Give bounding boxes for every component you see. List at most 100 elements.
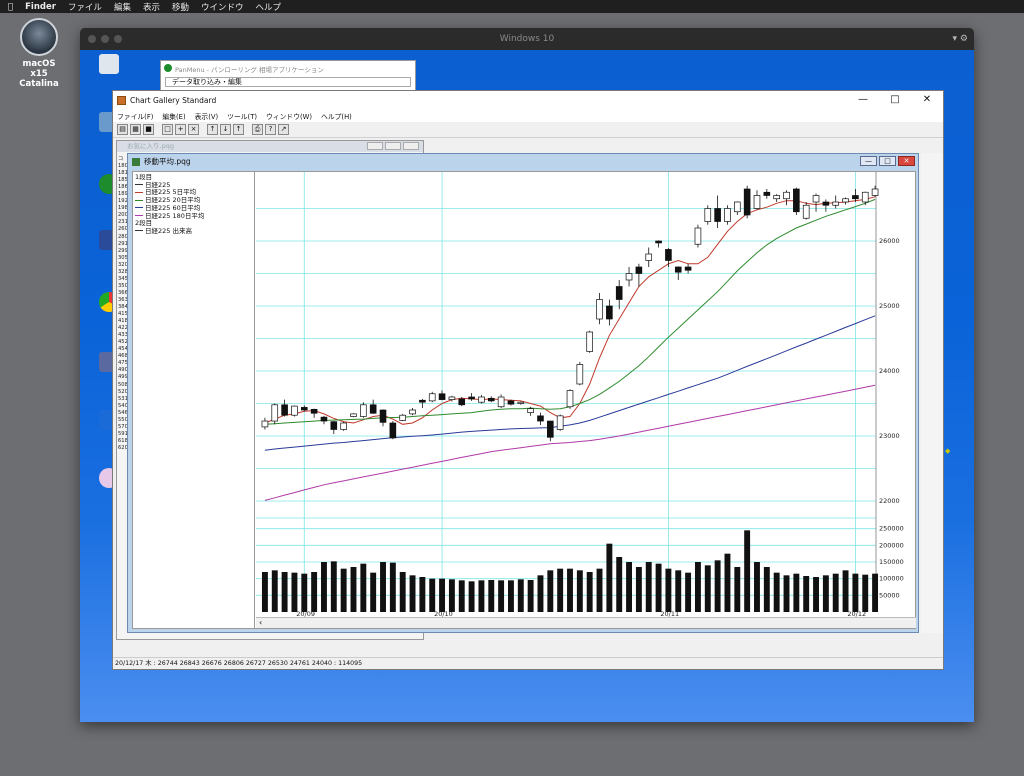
- volume-bar: [488, 580, 495, 612]
- chart-gallery-window[interactable]: Chart Gallery Standard — □ ✕ ファイル(F) 編集(…: [112, 90, 950, 670]
- volume-bar: [517, 579, 524, 612]
- price-tick-label: 23000: [879, 432, 900, 440]
- vm-settings-gear-icon[interactable]: ▾ ⚙: [953, 34, 968, 44]
- macos-disk-icon[interactable]: macOS x15 Catalina: [14, 18, 64, 89]
- candle-body: [871, 188, 879, 196]
- volume-bar: [822, 575, 829, 612]
- candle-body: [271, 404, 279, 422]
- close-icon[interactable]: ✕: [911, 91, 943, 108]
- candle-body: [340, 422, 347, 430]
- download-icon[interactable]: ↓: [220, 124, 231, 135]
- volume-bar: [468, 581, 475, 612]
- parallels-window: Windows 10 ▾ ⚙ PanMenu - パンローリング 相場アプリケー…: [80, 28, 974, 722]
- context-help-icon[interactable]: ↗: [278, 124, 289, 135]
- volume-bar: [734, 567, 741, 612]
- fav-maximize-icon[interactable]: [385, 142, 401, 150]
- recycle-bin-icon[interactable]: [92, 54, 126, 76]
- print-icon[interactable]: ⎙: [252, 124, 263, 135]
- volume-bar: [586, 572, 593, 612]
- candle-body: [852, 195, 859, 200]
- delete-icon[interactable]: ×: [188, 124, 199, 135]
- volume-bar: [330, 561, 337, 612]
- chart-restore-icon[interactable]: □: [879, 156, 896, 166]
- volume-bar: [291, 572, 298, 612]
- chart-type-icon[interactable]: ▤: [117, 124, 128, 135]
- legend-item[interactable]: 日経225 出来高: [135, 227, 252, 236]
- app-title: Chart Gallery Standard: [130, 95, 217, 105]
- legend-item[interactable]: 日経225 180日平均: [135, 211, 252, 221]
- menu-finder[interactable]: Finder: [25, 2, 56, 12]
- panmenu-title: PanMenu - パンローリング 相場アプリケーション: [161, 61, 415, 75]
- windows-desktop: PanMenu - パンローリング 相場アプリケーション データ取り込み・編集 …: [80, 50, 974, 722]
- app-menu-window[interactable]: ウィンドウ(W): [266, 111, 312, 121]
- candle-body: [714, 208, 721, 222]
- vm-titlebar[interactable]: Windows 10 ▾ ⚙: [80, 28, 974, 50]
- candle-body: [310, 409, 318, 414]
- volume-bar: [842, 570, 849, 612]
- horizontal-scrollbar[interactable]: ‹: [256, 617, 916, 628]
- volume-bar: [458, 580, 465, 612]
- menu-edit[interactable]: 編集: [114, 1, 131, 13]
- app-menu-file[interactable]: ファイル(F): [117, 111, 153, 121]
- volume-tick-label: 200000: [879, 541, 904, 549]
- copy-icon[interactable]: □: [162, 124, 173, 135]
- chart-legend: 1段目 日経225 日経225 5日平均 日経225 20日平均 日経225 60日平…: [133, 172, 255, 628]
- volume-bar: [793, 573, 800, 612]
- app-titlebar[interactable]: Chart Gallery Standard — □ ✕: [113, 91, 943, 109]
- help-icon[interactable]: ?: [265, 124, 276, 135]
- candlestick-chart[interactable]: 22000 23000 24000 25000 26000 50000 100000 1500…: [256, 172, 916, 618]
- volume-bar: [596, 568, 603, 612]
- apple-menu-icon[interactable]: : [8, 2, 13, 12]
- volume-bar: [419, 577, 426, 612]
- volume-bar: [321, 562, 327, 612]
- menu-view[interactable]: 表示: [143, 1, 160, 13]
- menu-window[interactable]: ウインドウ: [201, 1, 244, 13]
- candle-body: [724, 208, 731, 222]
- panmenu-data-import-row[interactable]: データ取り込み・編集: [165, 77, 411, 87]
- chart-minimize-icon[interactable]: —: [860, 156, 877, 166]
- app-menu-view[interactable]: 表示(V): [195, 111, 219, 121]
- candle-body: [438, 393, 446, 400]
- volume-tick-label: 250000: [879, 525, 904, 533]
- axis-marker-icon: ◆: [945, 447, 951, 455]
- zoom-in-icon[interactable]: ↑: [207, 124, 218, 135]
- menu-go[interactable]: 移動: [172, 1, 189, 13]
- save-icon[interactable]: ■: [143, 124, 154, 135]
- app-menu-edit[interactable]: 編集(E): [162, 111, 185, 121]
- candle-body: [842, 198, 849, 203]
- candle-body: [389, 422, 397, 439]
- upload-icon[interactable]: ↑: [233, 124, 244, 135]
- volume-bar: [281, 572, 288, 612]
- chart-window-titlebar[interactable]: 移動平均.pqg — □ ✕: [128, 154, 918, 169]
- menu-help[interactable]: ヘルプ: [256, 1, 282, 13]
- crosshair-icon[interactable]: +: [175, 124, 186, 135]
- candle-body: [733, 201, 741, 213]
- candle-body: [468, 396, 475, 400]
- app-menu-tools[interactable]: ツール(T): [227, 111, 257, 121]
- chart-close-icon[interactable]: ✕: [898, 156, 915, 166]
- volume-bar: [370, 572, 377, 612]
- legend-item-label: 日経225 180日平均: [145, 211, 205, 220]
- fav-minimize-icon[interactable]: [367, 142, 383, 150]
- minimize-icon[interactable]: —: [847, 91, 879, 108]
- candle-body: [497, 396, 505, 408]
- menu-file[interactable]: ファイル: [68, 1, 102, 13]
- app-menu-help[interactable]: ヘルプ(H): [321, 111, 352, 121]
- fav-close-icon[interactable]: [403, 142, 419, 150]
- candle-body: [596, 299, 603, 320]
- moving-average-chart-window[interactable]: 移動平均.pqg — □ ✕ 1段目 日経225 日経225 5日平均 日経225 20…: [127, 153, 919, 633]
- volume-bar: [311, 572, 318, 612]
- volume-bar: [271, 570, 278, 612]
- volume-bar: [301, 573, 308, 612]
- vm-title: Windows 10: [499, 34, 555, 44]
- maximize-icon[interactable]: □: [879, 91, 911, 108]
- volume-bar: [744, 530, 751, 612]
- candle-body: [822, 201, 830, 206]
- open-folder-icon[interactable]: ▦: [130, 124, 141, 135]
- volume-bar: [694, 562, 701, 612]
- candle-body: [320, 416, 328, 422]
- volume-bar: [783, 575, 790, 612]
- candle-body: [369, 404, 377, 414]
- volume-bar: [655, 563, 662, 612]
- volume-bar: [567, 568, 573, 612]
